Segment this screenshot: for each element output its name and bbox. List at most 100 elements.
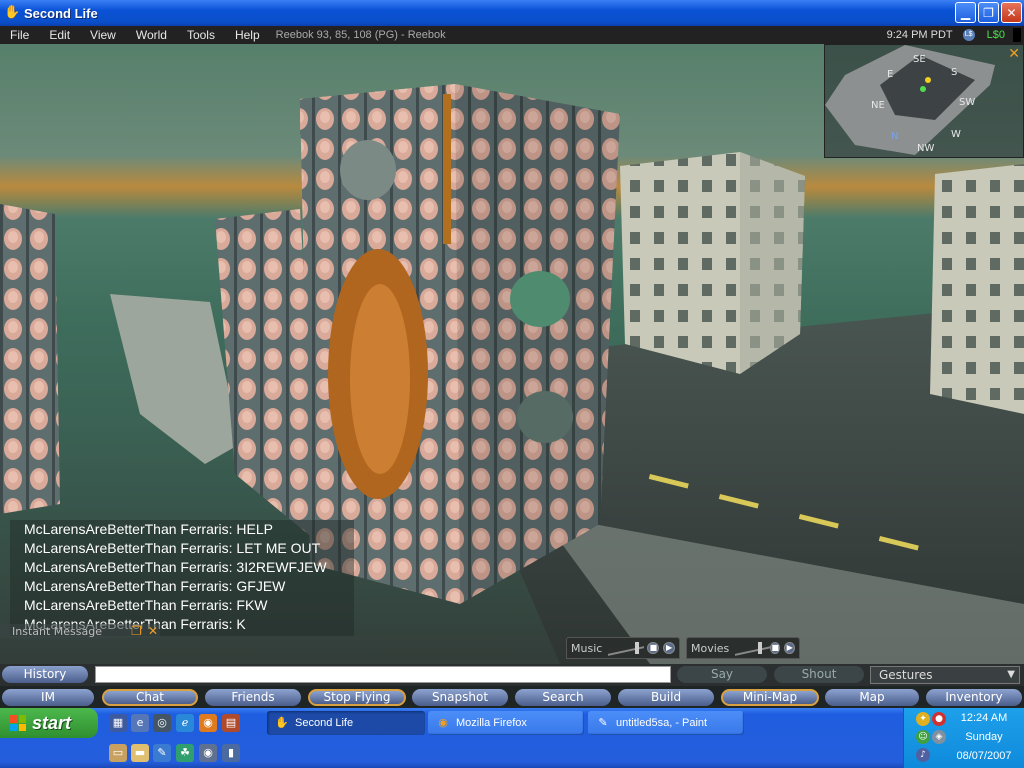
movie-stop-icon[interactable]: ■ bbox=[769, 642, 781, 654]
menu-edit[interactable]: Edit bbox=[39, 28, 80, 42]
sl-clock: 9:24 PM PDT bbox=[886, 29, 953, 41]
quick-launch-explorer-icon[interactable]: e bbox=[131, 714, 149, 732]
minimap-dir-se: SE bbox=[913, 54, 926, 65]
chat-input[interactable] bbox=[95, 666, 671, 683]
maximize-button[interactable]: ❐ bbox=[978, 2, 999, 23]
instant-message-strip[interactable]: Instant Message ❐ ✕ bbox=[0, 624, 160, 638]
title-bar[interactable]: ✋ Second Life ▁ ❐ ✕ bbox=[0, 0, 1024, 26]
minimap-dir-s: S bbox=[951, 67, 958, 78]
firefox-icon: ◉ bbox=[438, 717, 448, 729]
minimap-dir-n: N bbox=[891, 131, 899, 142]
menu-view[interactable]: View bbox=[80, 28, 126, 42]
gestures-label: Gestures bbox=[879, 668, 933, 682]
chat-line: McLarensAreBetterThan Ferraris: HELP bbox=[24, 521, 273, 537]
tray-network-icon[interactable]: ✦ bbox=[916, 712, 930, 726]
chat-line: McLarensAreBetterThan Ferraris: LET ME O… bbox=[24, 540, 321, 556]
tray-volume-icon[interactable]: ♪ bbox=[916, 748, 930, 762]
build-button[interactable]: Build bbox=[618, 689, 714, 706]
bottom-toolbar: IM Chat Friends Stop Flying Snapshot Sea… bbox=[0, 686, 1024, 708]
status-indicator bbox=[1013, 28, 1021, 42]
movies-label: Movies bbox=[691, 641, 730, 655]
second-life-hand-icon: ✋ bbox=[275, 717, 289, 729]
world-viewport[interactable]: ✕ SE E S NE SW N W NW McLarensAreBetterT… bbox=[0, 44, 1024, 664]
quick-launch-app-icon[interactable]: ▤ bbox=[222, 714, 240, 732]
minimap-dir-e: E bbox=[887, 69, 894, 80]
gestures-dropdown[interactable]: Gestures ▼ bbox=[870, 666, 1020, 684]
task-label: Mozilla Firefox bbox=[456, 717, 527, 729]
music-label: Music bbox=[571, 641, 603, 655]
history-button[interactable]: History bbox=[2, 666, 88, 683]
say-button[interactable]: Say bbox=[677, 666, 767, 683]
map-button[interactable]: Map bbox=[825, 689, 919, 706]
menu-help[interactable]: Help bbox=[225, 28, 270, 42]
minimap-dir-w: W bbox=[951, 129, 961, 140]
music-stop-icon[interactable]: ■ bbox=[647, 642, 660, 654]
im-button[interactable]: IM bbox=[2, 689, 94, 706]
shout-button[interactable]: Shout bbox=[774, 666, 864, 683]
window-controls: ▁ ❐ ✕ bbox=[955, 2, 1022, 23]
balance[interactable]: L$0 bbox=[987, 29, 1005, 41]
task-firefox[interactable]: ◉ Mozilla Firefox bbox=[428, 711, 584, 735]
quick-launch-show-desktop-icon[interactable]: ▦ bbox=[109, 714, 127, 732]
start-button[interactable]: start bbox=[0, 708, 98, 738]
search-button[interactable]: Search bbox=[515, 689, 611, 706]
music-play-icon[interactable]: ▶ bbox=[663, 642, 675, 654]
windows-taskbar: start ▦ e ◎ ℯ ◉ ▤ ▭ ▬ ✎ ☘ ◉ ▮ ✋ Second L… bbox=[0, 708, 1024, 768]
quick-launch-folder-icon[interactable]: ▭ bbox=[109, 744, 127, 762]
paint-icon: ✎ bbox=[598, 717, 608, 729]
tray-messenger-icon[interactable]: ☺ bbox=[916, 730, 930, 744]
menu-tools[interactable]: Tools bbox=[177, 28, 225, 42]
im-close-icon[interactable]: ✕ bbox=[148, 624, 158, 638]
task-label: untitled5sa, - Paint bbox=[616, 717, 708, 729]
start-label: start bbox=[32, 712, 72, 733]
chat-button[interactable]: Chat bbox=[102, 689, 198, 706]
movie-controls: Movies ■ ▶ bbox=[686, 637, 800, 659]
quick-launch-firefox-icon[interactable]: ◉ bbox=[199, 714, 217, 732]
quick-launch-messenger-icon[interactable]: ☘ bbox=[176, 744, 194, 762]
minimap-dir-ne: NE bbox=[871, 100, 885, 111]
mini-map-button[interactable]: Mini-Map bbox=[721, 689, 819, 706]
im-restore-icon[interactable]: ❐ bbox=[131, 624, 142, 638]
quick-launch-files-icon[interactable]: ▬ bbox=[131, 744, 149, 762]
menu-file[interactable]: File bbox=[0, 28, 39, 42]
movie-play-icon[interactable]: ▶ bbox=[784, 642, 795, 654]
music-volume-slider[interactable] bbox=[608, 642, 645, 656]
chat-bar: History Say Shout Gestures ▼ bbox=[0, 664, 1024, 686]
menu-world[interactable]: World bbox=[126, 28, 177, 42]
tray-time[interactable]: 12:24 AM bbox=[944, 712, 1024, 724]
mini-map[interactable]: ✕ SE E S NE SW N W NW bbox=[824, 44, 1024, 158]
task-label: Second Life bbox=[295, 717, 354, 729]
menu-bar: File Edit View World Tools Help Reebok 9… bbox=[0, 26, 1024, 44]
window-title: Second Life bbox=[24, 5, 98, 21]
inventory-button[interactable]: Inventory bbox=[926, 689, 1022, 706]
task-paint[interactable]: ✎ untitled5sa, - Paint bbox=[588, 711, 744, 735]
quick-launch-disc-icon[interactable]: ◉ bbox=[199, 744, 217, 762]
chat-history: McLarensAreBetterThan Ferraris: HELP McL… bbox=[10, 520, 354, 636]
chat-line: McLarensAreBetterThan Ferraris: GFJEW bbox=[24, 578, 286, 594]
chevron-down-icon: ▼ bbox=[1007, 669, 1015, 680]
friends-button[interactable]: Friends bbox=[205, 689, 301, 706]
quick-launch-tool-icon[interactable]: ✎ bbox=[153, 744, 171, 762]
minimap-dir-sw: SW bbox=[959, 97, 976, 108]
im-label: Instant Message bbox=[12, 625, 102, 638]
minimize-button[interactable]: ▁ bbox=[955, 2, 976, 23]
tray-day: Sunday bbox=[965, 731, 1003, 743]
windows-logo-icon bbox=[10, 715, 26, 731]
quick-launch-media-icon[interactable]: ◎ bbox=[153, 714, 171, 732]
minimap-close-icon[interactable]: ✕ bbox=[1008, 46, 1020, 62]
location-readout[interactable]: Reebok 93, 85, 108 (PG) - Reebok bbox=[276, 29, 446, 41]
tray-date: 08/07/2007 bbox=[956, 750, 1012, 762]
chat-line: McLarensAreBetterThan Ferraris: FKW bbox=[24, 597, 268, 613]
linden-dollar-icon[interactable]: L$ bbox=[962, 29, 975, 41]
quick-launch-device-icon[interactable]: ▮ bbox=[222, 744, 240, 762]
chat-line: McLarensAreBetterThan Ferraris: 3I2REWFJ… bbox=[24, 559, 327, 575]
minimap-dir-nw: NW bbox=[917, 143, 935, 154]
movie-volume-slider[interactable] bbox=[735, 642, 772, 656]
system-tray: ✦ ● ☺ ◈ ♪ 12:24 AM Sunday 08/07/2007 bbox=[903, 708, 1024, 768]
second-life-hand-icon: ✋ bbox=[4, 5, 21, 20]
task-second-life[interactable]: ✋ Second Life bbox=[267, 711, 425, 735]
snapshot-button[interactable]: Snapshot bbox=[412, 689, 508, 706]
quick-launch-ie-icon[interactable]: ℯ bbox=[176, 714, 194, 732]
close-button[interactable]: ✕ bbox=[1001, 2, 1022, 23]
stop-flying-button[interactable]: Stop Flying bbox=[308, 689, 406, 706]
